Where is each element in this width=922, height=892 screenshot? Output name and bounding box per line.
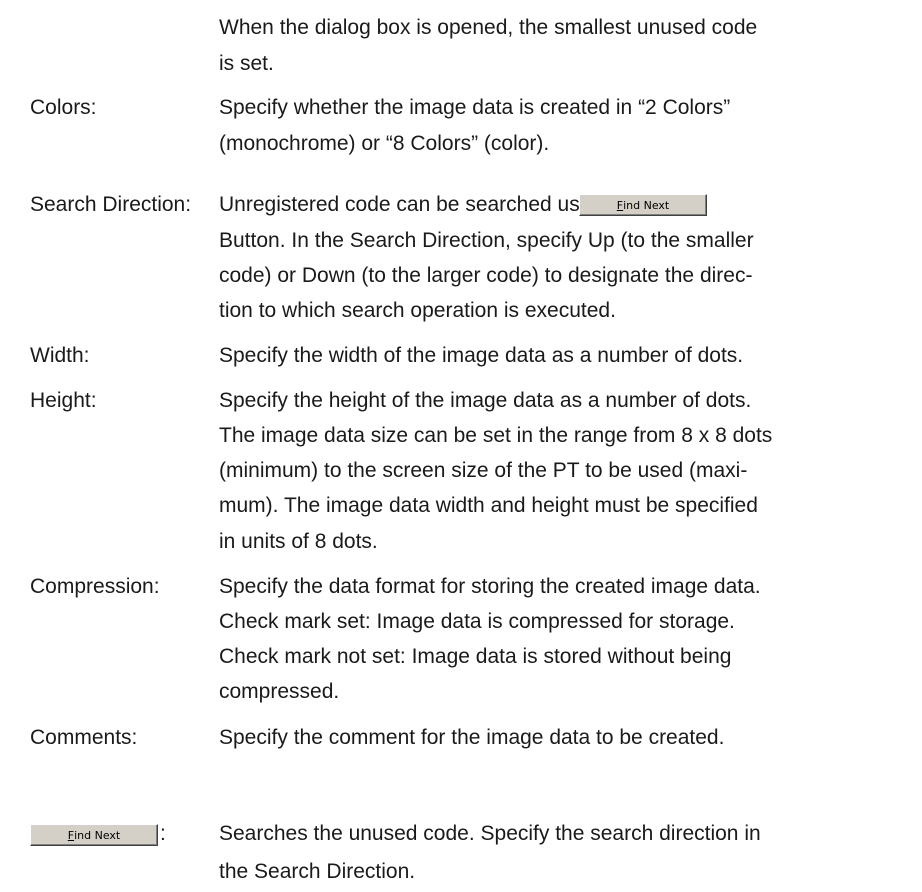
compression-desc-line-3: Check mark not set: Image data is stored… xyxy=(219,645,732,668)
colors-desc-line-2: (monochrome) or “8 Colors” (color). xyxy=(219,132,550,155)
compression-desc-line-2: Check mark set: Image data is compressed… xyxy=(219,610,735,633)
find-next-desc-line-2: the Search Direction. xyxy=(219,860,416,883)
width-desc-line-1: Specify the width of the image data as a… xyxy=(219,344,744,367)
term-search-direction: Search Direction: xyxy=(30,193,192,216)
term-comments: Comments: xyxy=(30,726,138,749)
height-desc-line-1: Specify the height of the image data as … xyxy=(219,389,752,412)
search-direction-desc-line-4: tion to which search operation is execut… xyxy=(219,299,616,322)
term-width: Width: xyxy=(30,344,90,367)
find-next-term-colon: : xyxy=(160,822,166,845)
comments-desc-line-1: Specify the comment for the image data t… xyxy=(219,726,725,749)
height-desc-line-4: mum). The image data width and height mu… xyxy=(219,494,758,517)
compression-desc-line-1: Specify the data format for storing the … xyxy=(219,575,761,598)
find-next-term-label: ind Next xyxy=(74,829,121,842)
term-colors: Colors: xyxy=(30,96,97,119)
height-desc-line-3: (minimum) to the screen size of the PT t… xyxy=(219,459,748,482)
height-desc-line-2: The image data size can be set in the ra… xyxy=(219,424,773,447)
find-next-button-inline: Find Next xyxy=(579,194,707,216)
find-next-desc-line-1: Searches the unused code. Specify the se… xyxy=(219,822,761,845)
colors-desc-line-1: Specify whether the image data is create… xyxy=(219,96,731,119)
term-height: Height: xyxy=(30,389,97,412)
search-direction-desc-line-3: code) or Down (to the larger code) to de… xyxy=(219,264,753,287)
find-next-button-term: Find Next xyxy=(30,824,158,846)
term-compression: Compression: xyxy=(30,575,160,598)
height-desc-line-5: in units of 8 dots. xyxy=(219,530,378,553)
search-direction-desc-line-2: Button. In the Search Direction, specify… xyxy=(219,229,754,252)
compression-desc-line-4: compressed. xyxy=(219,680,340,703)
intro-line-1: When the dialog box is opened, the small… xyxy=(219,16,758,39)
document-page: When the dialog box is opened, the small… xyxy=(0,0,922,892)
find-next-label: ind Next xyxy=(623,199,670,212)
intro-line-2: is set. xyxy=(219,52,274,75)
